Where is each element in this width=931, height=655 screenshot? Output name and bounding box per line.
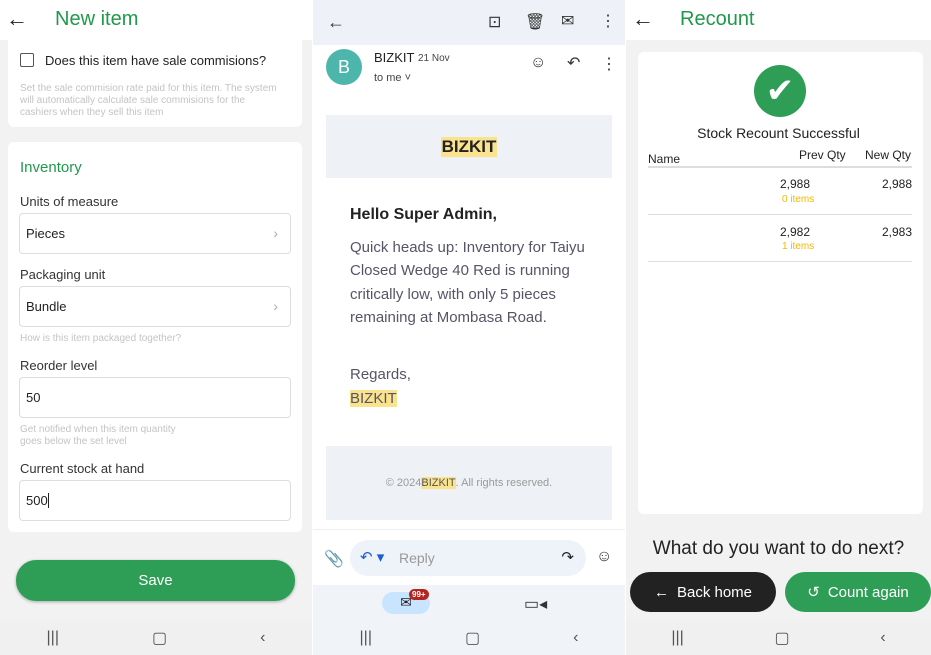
reorder-label: Reorder level <box>20 358 98 373</box>
sender-name: BIZKIT <box>374 50 415 65</box>
home-icon[interactable]: ▢ <box>152 628 167 648</box>
system-nav: ||| ▢ ‹ <box>313 620 625 655</box>
count-again-label: Count again <box>827 583 909 601</box>
new-qty: 2,983 <box>881 225 912 239</box>
recipient-toggle[interactable]: to me ˅ <box>374 72 411 84</box>
recount-card <box>638 52 923 514</box>
stock-input[interactable]: 500 <box>19 480 291 521</box>
col-new: New Qty <box>865 148 912 162</box>
reply-mode-icon[interactable]: ↶ ▾ <box>360 548 384 566</box>
recount-screen: ← Recount ✔ Stock Recount Successful Nam… <box>626 0 931 655</box>
text-cursor <box>47 493 49 508</box>
back-home-label: Back home <box>676 583 753 601</box>
pack-value: Bundle <box>26 299 67 314</box>
delete-icon[interactable]: 🗑 <box>525 12 545 32</box>
email-body: Quick heads up: Inventory for Taiyu Clos… <box>350 239 585 326</box>
greeting: Hello Super Admin, <box>350 206 497 223</box>
more-icon[interactable]: ⋮ <box>600 11 616 31</box>
chevron-right-icon: › <box>273 298 278 314</box>
history-icon: ↺ <box>807 584 820 601</box>
col-name: Name <box>648 152 681 166</box>
save-button[interactable]: Save <box>16 560 295 601</box>
footer-rights: . All rights reserved. <box>455 477 553 489</box>
back-icon[interactable]: ‹ <box>573 629 578 647</box>
recipient: to me <box>374 72 402 84</box>
uom-value: Pieces <box>26 226 66 241</box>
avatar: B <box>326 49 362 85</box>
new-item-screen: ← New item Does this item have sale comm… <box>0 0 312 655</box>
footer-copyright: © 2024 <box>385 477 422 489</box>
signature: BIZKIT <box>350 390 397 407</box>
diff: 1 items <box>782 241 815 252</box>
back-home-button[interactable]: ← Back home <box>630 572 776 612</box>
pack-hint: How is this item packaged together? <box>20 333 182 344</box>
back-icon[interactable]: ‹ <box>260 629 265 647</box>
header: ← New item <box>0 0 312 40</box>
page-title: New item <box>55 8 139 30</box>
email-date: 21 Nov <box>418 53 450 64</box>
pack-label: Packaging unit <box>20 267 106 282</box>
header: ← Recount <box>626 0 931 40</box>
email-banner: BIZKIT <box>326 115 612 178</box>
back-icon[interactable]: ‹ <box>880 629 885 647</box>
back-arrow-icon[interactable]: ← <box>327 12 345 33</box>
stock-label: Current stock at hand <box>20 461 145 476</box>
commission-label: Does this item have sale commisions? <box>45 53 267 68</box>
system-nav: ||| ▢ ‹ <box>0 620 312 655</box>
emoji-icon[interactable]: ☺ <box>530 54 546 72</box>
pack-select[interactable]: Bundle › <box>19 286 291 327</box>
email-screen: ← ⊡ 🗑 ✉ ⋮ B BIZKIT 21 Nov to me ˅ ☺ ↶ ⋮ … <box>313 0 625 655</box>
next-prompt: What do you want to do next? <box>652 538 905 559</box>
reply-icon[interactable]: ↶ <box>567 53 580 73</box>
section-title: Inventory <box>20 159 82 176</box>
recents-icon[interactable]: ||| <box>360 629 372 647</box>
stock-value: 500 <box>26 493 48 508</box>
brand-logo: BIZKIT <box>440 136 498 157</box>
reorder-hint: Get notified when this item quantity goe… <box>20 424 176 447</box>
commission-checkbox[interactable] <box>20 53 34 67</box>
email-toolbar: ← ⊡ 🗑 ✉ ⋮ <box>313 0 625 45</box>
row-divider <box>648 214 912 215</box>
diff: 0 items <box>782 194 815 205</box>
new-qty: 2,988 <box>881 177 912 191</box>
attachment-icon[interactable]: 📎 <box>324 549 344 569</box>
reply-input[interactable]: ↶ ▾ Reply ↷ <box>350 540 586 576</box>
footer-brand: BIZKIT <box>421 477 456 489</box>
success-message: Stock Recount Successful <box>697 125 860 141</box>
recents-icon[interactable]: ||| <box>671 629 683 647</box>
unread-badge: 99+ <box>409 589 429 600</box>
back-arrow-icon[interactable]: ← <box>632 6 654 32</box>
arrow-left-icon: ← <box>653 583 669 601</box>
forward-icon[interactable]: ↷ <box>561 548 574 566</box>
regards: Regards, <box>350 366 411 383</box>
archive-icon[interactable]: ⊡ <box>488 12 501 32</box>
emoji-icon[interactable]: ☺ <box>596 548 612 566</box>
col-prev: Prev Qty <box>799 148 846 162</box>
header-divider <box>648 166 912 168</box>
commission-hint: Set the sale commision rate paid for thi… <box>20 83 277 118</box>
home-icon[interactable]: ▢ <box>465 628 480 648</box>
meet-video-icon[interactable]: ▭◂ <box>524 594 547 614</box>
recents-icon[interactable]: ||| <box>47 629 59 647</box>
uom-label: Units of measure <box>20 194 119 209</box>
email-footer: © 2024 BIZKIT. All rights reserved. <box>326 446 612 520</box>
home-icon[interactable]: ▢ <box>775 628 790 648</box>
reorder-input[interactable]: 50 <box>19 377 291 418</box>
more-icon[interactable]: ⋮ <box>601 54 617 74</box>
check-circle-icon: ✔ <box>754 65 806 117</box>
divider <box>313 529 625 530</box>
row-divider <box>648 261 912 262</box>
commission-card: Does this item have sale commisions? Set… <box>8 40 302 127</box>
reply-placeholder: Reply <box>399 550 435 566</box>
count-again-button[interactable]: ↺ Count again <box>785 572 931 612</box>
page-title: Recount <box>680 8 755 30</box>
chevron-right-icon: › <box>273 225 278 241</box>
prev-qty: 2,982 <box>780 225 811 239</box>
mark-unread-icon[interactable]: ✉ <box>561 11 574 31</box>
prev-qty: 2,988 <box>780 177 811 191</box>
system-nav: ||| ▢ ‹ <box>626 620 931 655</box>
back-arrow-icon[interactable]: ← <box>6 6 28 32</box>
uom-select[interactable]: Pieces › <box>19 213 291 254</box>
